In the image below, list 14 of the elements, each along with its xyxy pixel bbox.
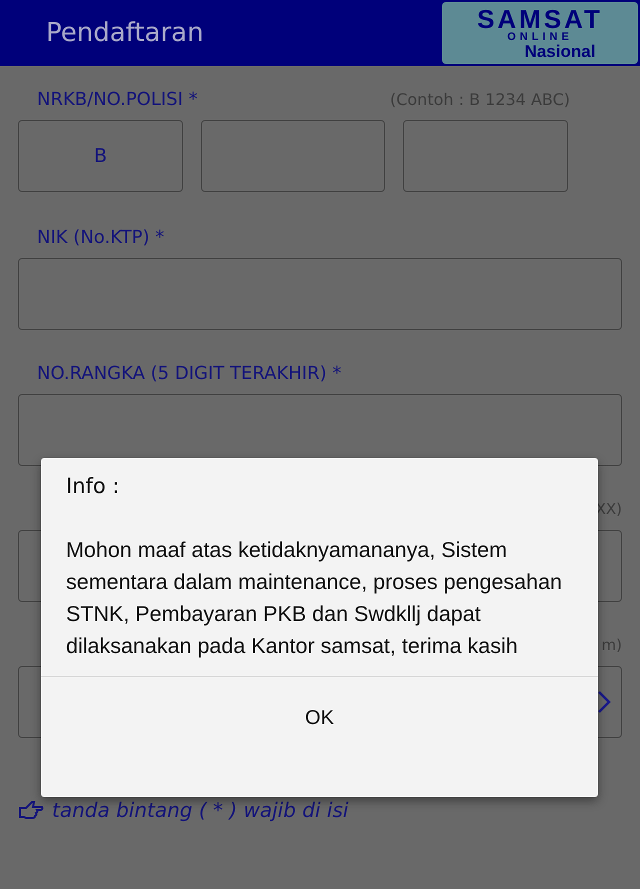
logo: SAMSAT ONLINE Nasional bbox=[442, 2, 638, 64]
plate-input[interactable] bbox=[201, 120, 385, 192]
ok-button[interactable]: OK bbox=[41, 677, 598, 759]
field-label: NIK (No.KTP) * bbox=[37, 226, 164, 248]
field-label: NRKB/NO.POLISI * bbox=[37, 88, 198, 110]
input-field[interactable] bbox=[18, 258, 622, 330]
pointing-hand-icon bbox=[18, 800, 44, 820]
required-note: tanda bintang ( * ) wajib di isi bbox=[52, 798, 348, 822]
page-title: Pendaftaran bbox=[46, 18, 204, 48]
chevron-right-icon bbox=[597, 690, 611, 714]
dialog-title: Info : bbox=[65, 474, 120, 498]
plate-input[interactable] bbox=[403, 120, 568, 192]
dialog-message: Mohon maaf atas ketidaknyamananya, Sistem sementara dalam maintenance, proses pengesahan STNK, Pembayaran PKB dan Swdkllj dapat dilaksanakan pada Kantor samsat, terima kasih bbox=[66, 537, 564, 660]
field-label: NO.RANGKA (5 DIGIT TERAKHIR) * bbox=[37, 362, 342, 384]
